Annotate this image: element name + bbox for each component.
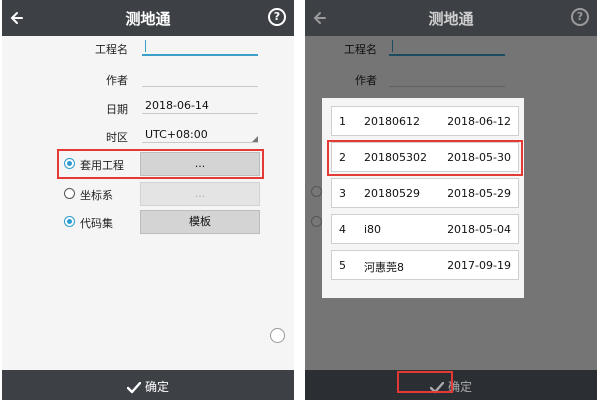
codeset-label: 代码集 <box>80 217 113 230</box>
date-label: 日期 <box>106 103 128 116</box>
list-item[interactable]: 4 i80 2018-05-04 <box>331 214 519 244</box>
highlight-box <box>327 140 523 176</box>
footer-bar: 确定 <box>2 370 294 400</box>
coordinate-system-button[interactable]: ... <box>140 182 260 206</box>
project-name-input[interactable] <box>142 38 258 56</box>
page-title-right: 测地通 <box>428 10 474 28</box>
timezone-label: 时区 <box>106 131 128 144</box>
confirm-label: 确定 <box>144 380 169 394</box>
date-value: 2018-06-14 <box>145 99 209 112</box>
text-caret <box>145 40 146 52</box>
help-icon[interactable]: ? <box>268 8 286 26</box>
coordinate-system-label: 坐标系 <box>80 189 113 202</box>
right-screen: 测地通 ? 工程名 作者 1 20180612 2018-06-12 2 201… <box>305 0 597 400</box>
project-picker-dialog: 1 20180612 2018-06-12 2 201805302 2018-0… <box>322 98 524 298</box>
dim-radio-2 <box>311 216 322 227</box>
left-screen: 测地通 ? 工程名 作者 日期 2018-06-14 时区 UTC+08:00 … <box>2 0 294 400</box>
highlight-box <box>57 149 264 179</box>
confirm-button[interactable]: 确定 <box>2 378 294 395</box>
coordinate-system-radio[interactable] <box>64 188 75 199</box>
timezone-select[interactable]: UTC+08:00 <box>142 127 258 143</box>
highlight-box <box>397 371 453 393</box>
header-bar: 测地通 ? <box>2 0 294 36</box>
header-bar-right: 测地通 ? <box>305 0 597 36</box>
project-list: 1 20180612 2018-06-12 2 201805302 2018-0… <box>331 106 519 280</box>
list-item[interactable]: 1 20180612 2018-06-12 <box>331 106 519 136</box>
codeset-template-button[interactable]: 模板 <box>140 210 260 234</box>
help-icon-right[interactable]: ? <box>571 8 589 26</box>
author-input[interactable] <box>142 70 258 87</box>
codeset-radio[interactable] <box>64 216 75 227</box>
page-title: 测地通 <box>125 10 171 28</box>
dropdown-triangle-icon <box>252 136 258 142</box>
project-name-label: 工程名 <box>95 43 128 56</box>
list-item[interactable]: 3 20180529 2018-05-29 <box>331 178 519 208</box>
date-input[interactable]: 2018-06-14 <box>142 98 258 114</box>
timezone-value: UTC+08:00 <box>145 128 208 141</box>
check-icon <box>126 381 141 393</box>
dim-radio-1 <box>311 186 322 197</box>
floating-radio-icon[interactable] <box>270 328 285 343</box>
author-label: 作者 <box>106 74 128 87</box>
list-item[interactable]: 5 河惠莞8 2017-09-19 <box>331 250 519 280</box>
